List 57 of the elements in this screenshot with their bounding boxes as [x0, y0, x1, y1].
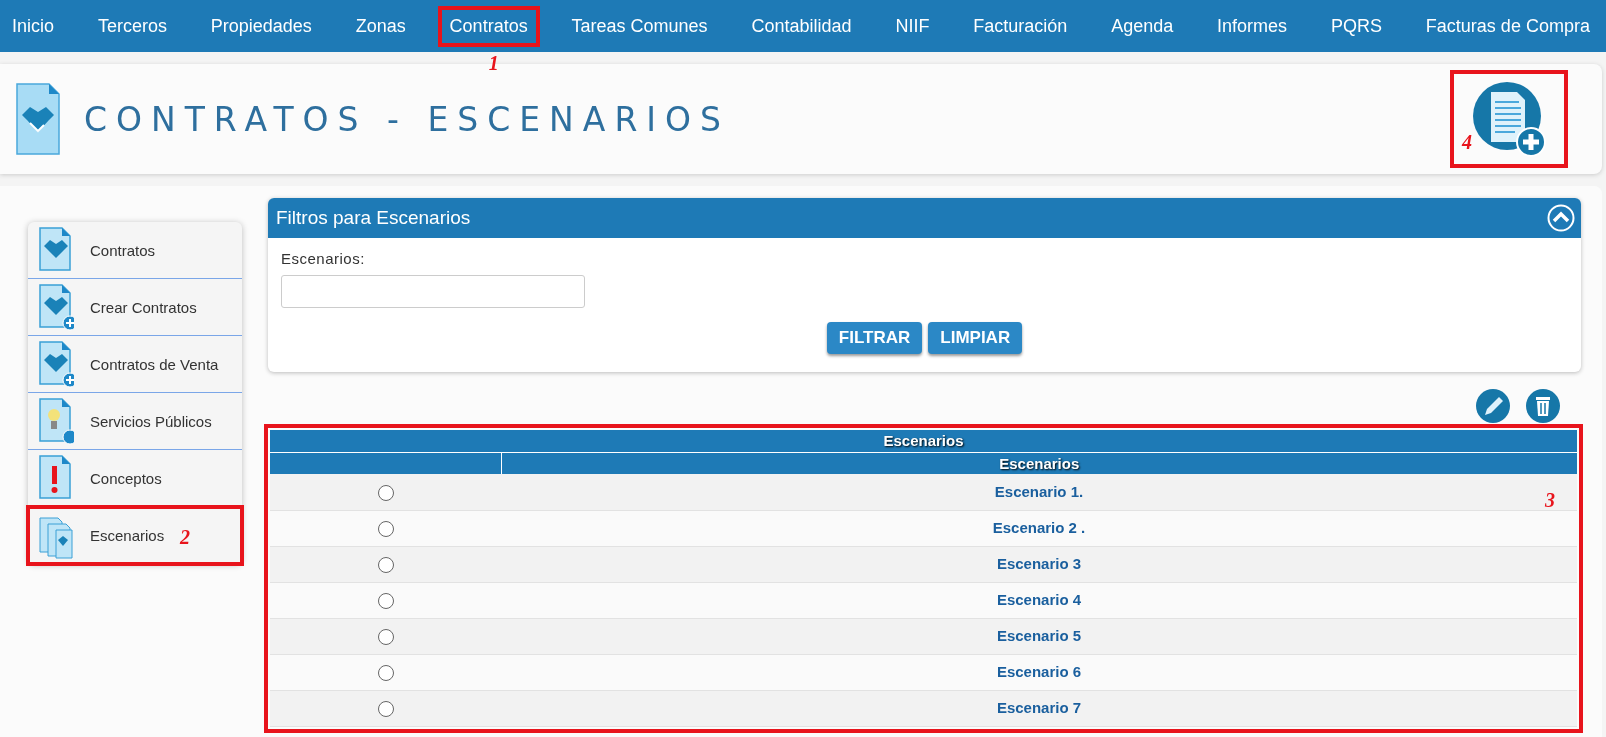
scenario-link[interactable]: Escenario 2 .: [992, 519, 1086, 536]
panel-title: Filtros para Escenarios: [276, 207, 471, 229]
nav-item[interactable]: Zonas: [347, 9, 414, 43]
annotation-number: 2: [180, 527, 190, 547]
sidebar-item[interactable]: Contratos de Venta: [28, 336, 242, 393]
add-document-button[interactable]: 4: [1454, 74, 1564, 164]
sidebar-item-label: Servicios Públicos: [90, 412, 212, 430]
nav-item[interactable]: Facturas de Compra: [1417, 9, 1598, 43]
sidebar-item[interactable]: Contratos: [28, 222, 242, 279]
annotation-number: 1: [488, 52, 499, 73]
nav-item[interactable]: Terceros: [89, 9, 175, 43]
scenario-link[interactable]: Escenario 5: [996, 627, 1082, 644]
nav-item[interactable]: Tareas Comunes: [563, 9, 716, 43]
radio-button[interactable]: [377, 664, 394, 681]
sidebar-item-label: Contratos de Venta: [90, 355, 219, 373]
column-header: Escenarios: [501, 452, 1577, 474]
nav-item[interactable]: Inicio: [4, 9, 63, 43]
scenario-link[interactable]: Escenario 1.: [994, 482, 1084, 500]
sidebar-item[interactable]: Conceptos: [28, 450, 242, 507]
sidebar-item[interactable]: Servicios Públicos: [28, 393, 242, 450]
scenario-link[interactable]: Escenario 6: [996, 663, 1082, 680]
nav-item[interactable]: Contabilidad: [743, 9, 860, 43]
filter-button[interactable]: LIMPIAR: [928, 322, 1023, 354]
delete-icon[interactable]: [1525, 388, 1561, 424]
table-caption: Escenarios: [270, 430, 1577, 452]
scenario-link[interactable]: Escenario 7: [996, 699, 1082, 716]
annotation-number: 3: [1545, 490, 1555, 510]
exclamation-icon: [38, 454, 74, 502]
sidebar-item-label: Contratos: [90, 241, 156, 259]
sidebar-item[interactable]: Crear Contratos: [28, 279, 242, 336]
nav-item[interactable]: Informes: [1209, 9, 1296, 43]
radio-button[interactable]: [377, 592, 394, 609]
nav-item[interactable]: NIIF: [887, 9, 938, 43]
radio-button[interactable]: [377, 556, 394, 573]
scenario-link[interactable]: Escenario 4: [996, 591, 1082, 608]
page-title: CONTRATOS - ESCENARIOS: [84, 99, 730, 139]
radio-button[interactable]: [377, 520, 394, 537]
radio-button[interactable]: [377, 484, 394, 501]
annotation-number: 4: [1462, 132, 1472, 152]
sidebar-item[interactable]: Escenarios 2: [28, 507, 242, 564]
field-label: Escenarios:: [281, 250, 366, 267]
nav-item[interactable]: Facturación: [965, 9, 1076, 43]
nav-item[interactable]: PQRS: [1322, 9, 1390, 43]
filter-button[interactable]: FILTRAR: [826, 322, 923, 354]
scenario-link[interactable]: Escenario 3: [996, 555, 1082, 572]
edit-icon[interactable]: [1475, 388, 1511, 424]
radio-button[interactable]: [377, 700, 394, 717]
nav-item[interactable]: Agenda: [1103, 9, 1182, 43]
radio-button[interactable]: [377, 628, 394, 645]
sidebar-item-label: Crear Contratos: [90, 298, 197, 316]
text-field[interactable]: [281, 275, 585, 308]
document-plus-icon: [1471, 80, 1547, 158]
nav-item[interactable]: Propiedades: [202, 9, 320, 43]
light-bulb-icon: [38, 397, 74, 445]
collapse-icon[interactable]: [1547, 204, 1575, 232]
sidebar-item-label: Conceptos: [90, 469, 162, 487]
sidebar-item-label: Escenarios: [90, 527, 165, 544]
